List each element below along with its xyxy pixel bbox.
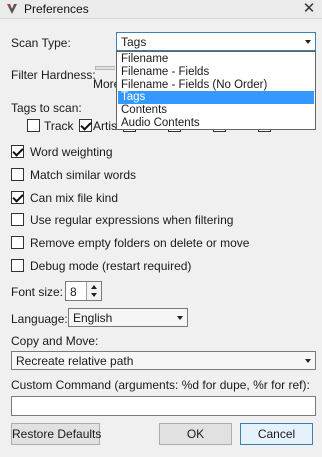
cancel-button[interactable]: Cancel: [240, 423, 313, 445]
window-title: Preferences: [24, 2, 89, 16]
debug-mode-label: Debug mode (restart required): [30, 259, 192, 273]
tag-track-checkbox[interactable]: [27, 119, 40, 132]
scan-type-option[interactable]: Contents: [118, 104, 314, 117]
filter-hardness-label: Filter Hardness:: [11, 68, 96, 82]
word-weighting-label: Word weighting: [30, 145, 113, 159]
filter-hardness-slider[interactable]: [95, 66, 115, 70]
scan-type-option[interactable]: Filename - Fields: [118, 66, 314, 79]
font-size-label: Font size:: [11, 285, 64, 299]
can-mix-file-kind-label: Can mix file kind: [30, 191, 119, 205]
copy-move-label: Copy and Move:: [11, 334, 99, 348]
tag-track-label: Track: [44, 119, 74, 133]
language-value: English: [73, 311, 113, 325]
ok-button[interactable]: OK: [159, 423, 232, 445]
remove-empty-folders-checkbox[interactable]: [11, 236, 24, 249]
copy-move-value: Recreate relative path: [16, 354, 134, 368]
word-weighting-checkbox[interactable]: [11, 145, 24, 158]
restore-defaults-button[interactable]: Restore Defaults: [11, 423, 101, 445]
scan-type-dropdown-list[interactable]: Filename Filename - Fields Filename - Fi…: [116, 51, 316, 130]
scan-type-option-selected[interactable]: Tags: [118, 91, 314, 105]
tags-to-scan-label: Tags to scan:: [11, 101, 82, 115]
scan-type-select[interactable]: Tags: [116, 32, 316, 51]
language-select[interactable]: English: [68, 308, 188, 327]
tag-artist-checkbox[interactable]: [79, 119, 92, 132]
scan-type-option[interactable]: Filename - Fields (No Order): [118, 79, 314, 92]
use-regex-label: Use regular expressions when filtering: [30, 213, 234, 227]
font-size-spin-buttons[interactable]: [86, 282, 101, 300]
chevron-down-icon[interactable]: [91, 293, 97, 297]
scan-type-option[interactable]: Audio Contents: [118, 117, 314, 130]
can-mix-file-kind-checkbox[interactable]: [11, 191, 24, 204]
copy-move-select[interactable]: Recreate relative path: [11, 351, 316, 370]
chevron-up-icon[interactable]: [91, 285, 97, 289]
title-bar[interactable]: Preferences ✕: [0, 0, 322, 19]
chevron-down-icon: [177, 316, 183, 320]
language-label: Language:: [11, 312, 68, 326]
font-size-spinbox[interactable]: 8: [65, 281, 102, 301]
custom-command-input[interactable]: [11, 396, 316, 416]
remove-empty-folders-label: Remove empty folders on delete or move: [30, 236, 250, 250]
match-similar-words-label: Match similar words: [30, 168, 137, 182]
custom-command-label: Custom Command (arguments: %d for dupe, …: [11, 378, 310, 392]
scan-type-option[interactable]: Filename: [118, 53, 314, 66]
close-icon[interactable]: ✕: [300, 1, 318, 17]
scan-type-value: Tags: [121, 35, 147, 49]
match-similar-words-checkbox[interactable]: [11, 168, 24, 181]
debug-mode-checkbox[interactable]: [11, 259, 24, 272]
chevron-down-icon: [305, 359, 311, 363]
font-size-value: 8: [70, 285, 77, 299]
use-regex-checkbox[interactable]: [11, 213, 24, 226]
chevron-down-icon: [305, 40, 311, 44]
scan-type-label: Scan Type:: [11, 36, 71, 50]
app-icon: [7, 4, 17, 14]
